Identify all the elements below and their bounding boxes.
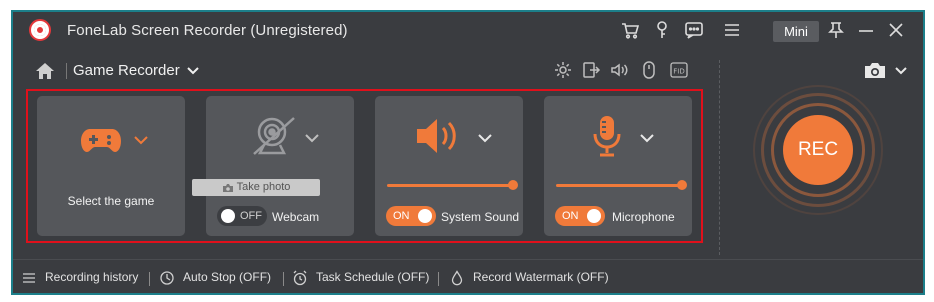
recording-history-button[interactable]: Recording history	[21, 260, 139, 293]
system-sound-label: System Sound	[441, 210, 520, 224]
toolbar-divider	[66, 63, 67, 79]
toggle-knob	[587, 209, 601, 223]
chevron-down-icon[interactable]	[893, 63, 909, 79]
status-divider	[438, 272, 439, 286]
status-bar: Recording history Auto Stop (OFF) Task S…	[13, 259, 923, 293]
camera-icon[interactable]	[863, 60, 887, 80]
webcam-icon[interactable]	[250, 114, 298, 156]
task-schedule-button[interactable]: Task Schedule (OFF)	[292, 260, 430, 293]
menu-icon[interactable]	[721, 19, 743, 41]
webcam-label: Webcam	[272, 210, 320, 224]
settings-icon[interactable]	[553, 60, 573, 80]
chat-icon[interactable]	[683, 19, 705, 41]
drop-icon	[449, 270, 465, 286]
chevron-down-icon[interactable]	[304, 132, 320, 144]
key-icon[interactable]	[651, 19, 673, 41]
chevron-down-icon[interactable]	[185, 63, 201, 79]
mouse-icon[interactable]	[639, 60, 659, 80]
pin-icon[interactable]	[825, 19, 847, 41]
chevron-down-icon[interactable]	[133, 134, 149, 146]
microphone-volume-knob[interactable]	[677, 180, 687, 190]
system-sound-volume-slider[interactable]	[387, 184, 513, 187]
status-divider	[149, 272, 150, 286]
gamepad-icon	[80, 126, 122, 154]
mini-button[interactable]: Mini	[773, 21, 819, 42]
game-select-card[interactable]: Select the game	[37, 96, 185, 236]
recording-history-label: Recording history	[45, 270, 139, 284]
microphone-label: Microphone	[612, 210, 675, 224]
webcam-toggle[interactable]: OFF	[217, 206, 267, 226]
app-title: FoneLab Screen Recorder (Unregistered)	[67, 22, 348, 39]
select-game-label: Select the game	[67, 194, 155, 208]
toggle-knob	[418, 209, 432, 223]
status-divider	[283, 272, 284, 286]
toggle-knob	[221, 209, 235, 223]
microphone-toggle[interactable]: ON	[555, 206, 605, 226]
minimize-icon[interactable]	[855, 19, 877, 41]
record-watermark-button[interactable]: Record Watermark (OFF)	[449, 260, 609, 293]
auto-stop-label: Auto Stop (OFF)	[183, 270, 272, 284]
app-logo-icon	[29, 19, 51, 41]
auto-stop-button[interactable]: Auto Stop (OFF)	[159, 260, 272, 293]
system-sound-volume-knob[interactable]	[508, 180, 518, 190]
vertical-divider	[719, 60, 720, 255]
system-sound-toggle[interactable]: ON	[386, 206, 436, 226]
clock-icon	[159, 270, 175, 286]
close-icon[interactable]	[885, 19, 907, 41]
speaker-icon[interactable]	[415, 116, 465, 156]
camera-icon	[222, 182, 234, 193]
chevron-down-icon[interactable]	[477, 132, 493, 144]
mode-title[interactable]: Game Recorder	[73, 62, 180, 79]
take-photo-button[interactable]: Take photo	[192, 179, 320, 196]
system-sound-toggle-state: ON	[393, 210, 410, 222]
alarm-icon	[292, 270, 308, 286]
volume-icon[interactable]	[609, 60, 629, 80]
title-bar: FoneLab Screen Recorder (Unregistered) M…	[13, 12, 923, 48]
export-icon[interactable]	[581, 60, 601, 80]
home-icon[interactable]	[35, 62, 55, 80]
task-schedule-label: Task Schedule (OFF)	[316, 270, 430, 284]
webcam-toggle-state: OFF	[240, 210, 262, 222]
microphone-volume-slider[interactable]	[556, 184, 682, 187]
microphone-toggle-state: ON	[562, 210, 579, 222]
microphone-icon[interactable]	[592, 114, 622, 158]
svg-text:FID: FID	[673, 68, 684, 76]
record-watermark-label: Record Watermark (OFF)	[473, 270, 609, 284]
app-window: FoneLab Screen Recorder (Unregistered) M…	[11, 10, 925, 295]
chevron-down-icon[interactable]	[639, 132, 655, 144]
record-button[interactable]: REC	[783, 115, 853, 185]
list-icon	[21, 270, 37, 286]
take-photo-label: Take photo	[236, 181, 291, 193]
cart-icon[interactable]	[619, 19, 641, 41]
fid-icon[interactable]: FID	[669, 60, 689, 80]
